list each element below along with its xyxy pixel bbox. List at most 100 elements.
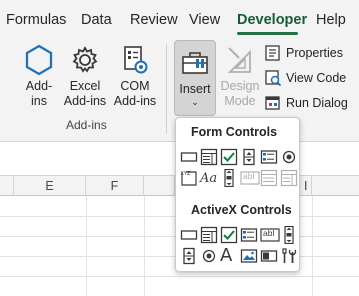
form-list-box-control[interactable] <box>260 148 278 166</box>
excel-add-ins-label-line1: Excel <box>69 79 101 93</box>
excel-add-ins-label-line2: Add-ins <box>63 94 107 108</box>
grid-line <box>86 196 87 296</box>
design-mode-label-line1: Design <box>220 79 260 93</box>
column-header-cell[interactable] <box>0 176 14 196</box>
com-add-ins-label-line2: Add-ins <box>113 94 157 108</box>
com-addins-icon <box>124 46 148 74</box>
view-code-icon <box>265 70 282 87</box>
com-add-ins-button[interactable]: COM Add-ins <box>112 44 158 109</box>
view-code-button[interactable]: View Code <box>264 69 346 87</box>
add-ins-label-line1: Add- <box>25 79 53 93</box>
active-tab-indicator <box>237 32 298 35</box>
activex-text-box-control[interactable]: abl <box>260 226 280 244</box>
toolbox-icon <box>182 52 208 74</box>
form-combo-drop-down-edit-control[interactable] <box>280 169 298 187</box>
ribbon-tab-bar: Formulas Data Review View Developer Help <box>0 0 359 38</box>
form-combo-box-control[interactable] <box>200 148 218 166</box>
grid-line <box>312 196 313 296</box>
form-button-control[interactable] <box>180 148 198 166</box>
option-button-icon <box>282 150 296 164</box>
more-controls-icon <box>282 248 297 263</box>
group-separator <box>166 44 167 134</box>
add-ins-hexagon-icon <box>25 44 53 76</box>
activex-label-glyph: A <box>220 245 233 266</box>
properties-button[interactable]: Properties <box>264 44 343 62</box>
scroll-bar-icon <box>224 169 234 187</box>
form-combo-list-edit-control[interactable] <box>260 169 278 187</box>
design-mode-button[interactable]: Design Mode <box>219 44 261 109</box>
tab-developer[interactable]: Developer <box>237 10 307 30</box>
spin-button-icon <box>183 247 195 265</box>
text-field-glyph: abl <box>243 171 255 181</box>
com-add-ins-label-line1: COM <box>120 79 150 93</box>
tab-formulas[interactable]: Formulas <box>6 10 66 30</box>
activex-label-control[interactable]: A <box>220 245 238 267</box>
run-dialog-icon <box>265 96 280 110</box>
activex-spin-button-control[interactable] <box>180 247 198 265</box>
list-box-icon <box>240 228 258 242</box>
column-header-g[interactable] <box>144 176 175 196</box>
add-ins-button[interactable]: Add- ins <box>20 44 58 109</box>
scroll-bar-icon <box>284 226 294 244</box>
add-ins-label-line2: ins <box>31 94 47 108</box>
grid-line <box>0 276 359 277</box>
tab-view[interactable]: View <box>189 10 220 30</box>
column-header-i[interactable]: I <box>304 176 359 196</box>
svg-text:XYZ: XYZ <box>181 171 191 177</box>
form-option-button-control[interactable] <box>280 148 298 166</box>
activex-check-box-control[interactable] <box>220 226 238 244</box>
tab-data[interactable]: Data <box>81 10 112 30</box>
activex-command-button-control[interactable] <box>180 226 198 244</box>
run-dialog-label: Run Dialog <box>286 96 348 110</box>
command-button-icon <box>180 230 198 240</box>
form-scroll-bar-control[interactable] <box>220 169 238 187</box>
combo-box-icon <box>200 226 218 244</box>
insert-controls-button[interactable]: Insert ⌄ <box>174 40 216 116</box>
column-header-f[interactable]: F <box>86 176 144 196</box>
activex-controls-heading: ActiveX Controls <box>191 203 292 217</box>
view-code-label: View Code <box>286 71 347 85</box>
combo-box-icon <box>200 148 218 166</box>
text-box-glyph: abl <box>263 228 275 238</box>
list-box-icon <box>260 150 278 164</box>
image-icon <box>240 249 258 263</box>
check-box-icon <box>220 148 238 166</box>
form-text-field-control[interactable]: abl <box>240 169 260 187</box>
column-header-i-label: I <box>304 179 308 193</box>
insert-label: Insert <box>179 82 211 96</box>
activex-toggle-button-control[interactable] <box>260 247 278 265</box>
gear-icon <box>72 46 98 73</box>
chevron-down-icon: ⌄ <box>191 97 199 107</box>
activex-list-box-control[interactable] <box>240 226 258 244</box>
run-dialog-button[interactable]: Run Dialog <box>264 94 348 112</box>
design-mode-icon <box>227 47 251 73</box>
activex-option-button-control[interactable] <box>200 247 218 265</box>
add-ins-group-label: Add-ins <box>66 118 107 132</box>
check-box-icon <box>220 226 238 244</box>
grid-line <box>144 196 145 296</box>
form-group-box-control[interactable]: XYZ <box>180 169 198 187</box>
activex-scroll-bar-control[interactable] <box>280 226 298 244</box>
form-label-control[interactable]: Aa <box>200 169 220 187</box>
tab-help[interactable]: Help <box>316 10 346 30</box>
group-box-icon: XYZ <box>181 171 197 186</box>
form-controls-heading: Form Controls <box>191 125 278 139</box>
design-mode-label-line2: Mode <box>224 94 256 108</box>
insert-controls-menu: Form Controls XYZ Aa abl ActiveX Control… <box>175 117 300 272</box>
excel-add-ins-button[interactable]: Excel Add-ins <box>62 44 108 109</box>
form-spin-button-control[interactable] <box>240 148 258 166</box>
combo-list-edit-icon <box>260 169 278 187</box>
activex-more-controls-control[interactable] <box>280 247 298 265</box>
properties-icon <box>265 45 280 61</box>
form-check-box-control[interactable] <box>220 148 238 166</box>
activex-image-control[interactable] <box>240 247 258 265</box>
button-control-icon <box>180 152 198 162</box>
option-button-icon <box>202 249 216 263</box>
tab-review[interactable]: Review <box>130 10 178 30</box>
label-control-glyph: Aa <box>200 171 218 186</box>
toggle-button-icon <box>260 250 278 262</box>
activex-combo-box-control[interactable] <box>200 226 218 244</box>
column-header-e[interactable]: E <box>14 176 86 196</box>
combo-drop-down-edit-icon <box>280 169 298 187</box>
properties-label: Properties <box>286 46 343 60</box>
